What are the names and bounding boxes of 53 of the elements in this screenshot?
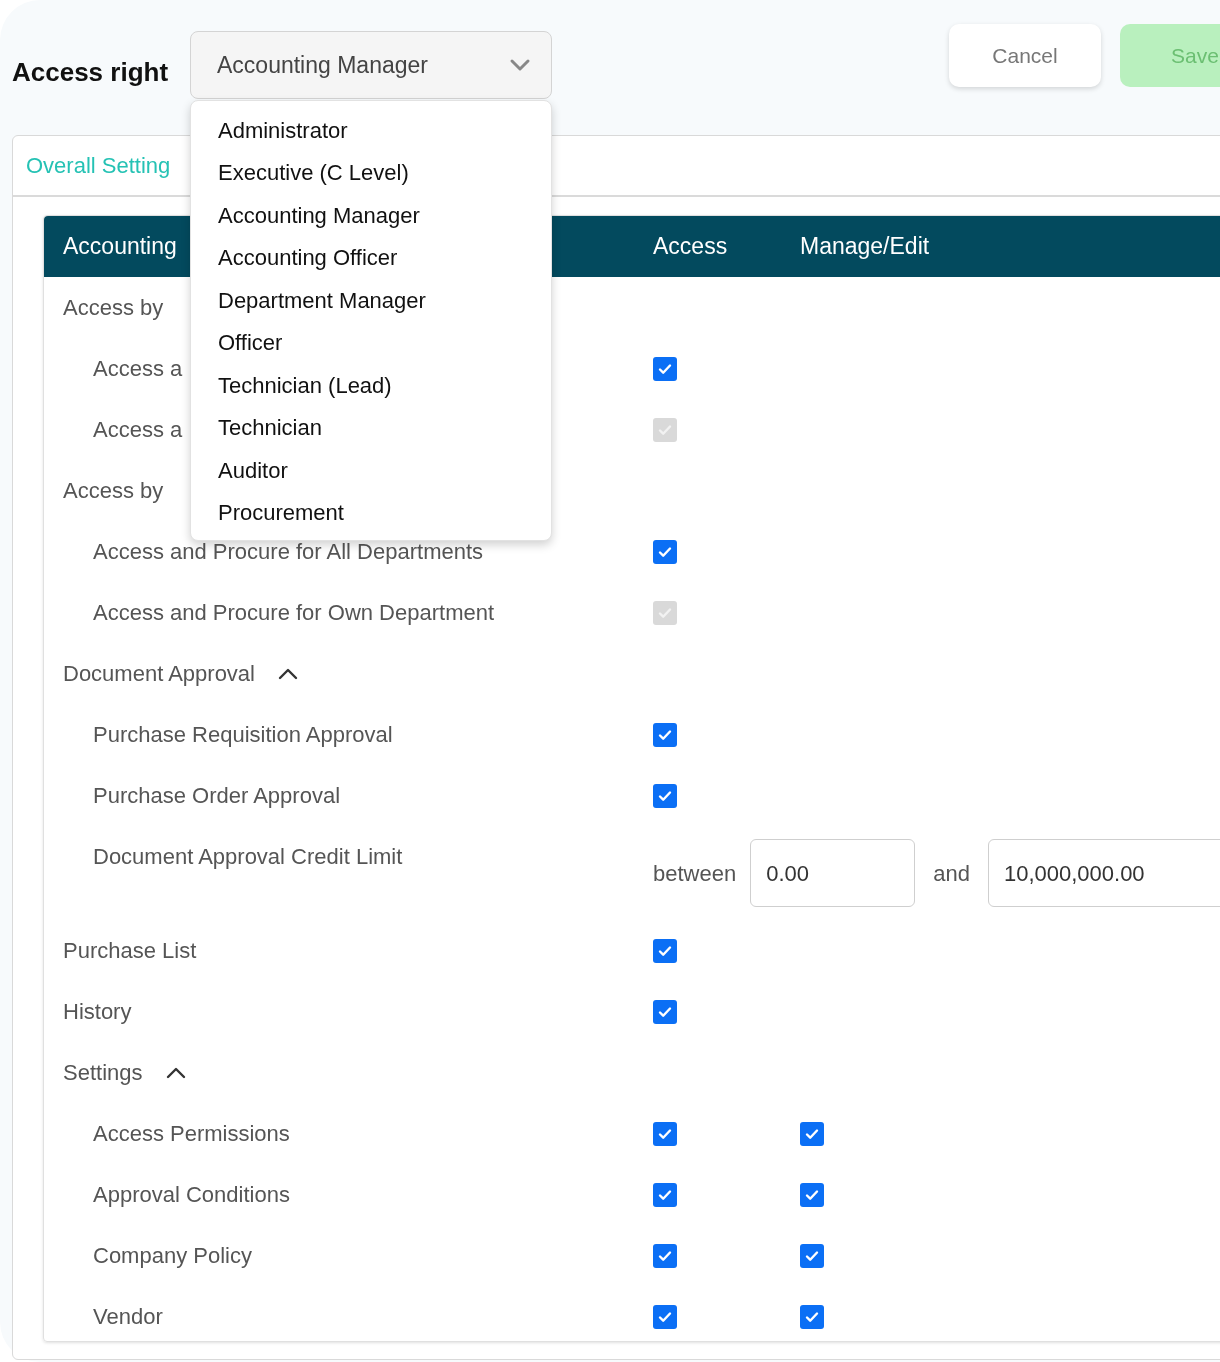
- checkbox[interactable]: [653, 1121, 677, 1146]
- checkbox[interactable]: [653, 1243, 677, 1268]
- checkbox[interactable]: [800, 1121, 824, 1146]
- range-label: and: [933, 859, 970, 888]
- access-right-label: Access right: [12, 56, 170, 89]
- row-label: History: [63, 998, 132, 1026]
- row-label: Access and Procure for Own Department: [93, 599, 495, 627]
- row-label: Purchase List: [63, 937, 197, 965]
- row-label: Purchase Order Approval: [93, 782, 341, 810]
- cancel-button[interactable]: Cancel: [949, 24, 1101, 87]
- checkbox[interactable]: [800, 1304, 824, 1329]
- dropdown-option[interactable]: Department Manager: [191, 279, 551, 322]
- input-field[interactable]: 0.00: [750, 839, 916, 907]
- dropdown-option[interactable]: Procurement: [191, 491, 551, 534]
- dropdown-option[interactable]: Officer: [191, 321, 551, 364]
- input-field[interactable]: 10,000,000.00: [987, 839, 1220, 907]
- role-select[interactable]: Accounting Manager: [190, 31, 552, 99]
- dropdown-option[interactable]: Auditor: [191, 449, 551, 492]
- row-label: Purchase Requisition Approval: [93, 721, 393, 749]
- group-label: Document Approval: [63, 660, 255, 688]
- chevron-up-icon[interactable]: [164, 1065, 187, 1080]
- checkbox[interactable]: [800, 1243, 824, 1268]
- chevron-up-icon[interactable]: [277, 666, 299, 681]
- column-header: Manage/Edit: [800, 233, 930, 260]
- checkbox[interactable]: [653, 356, 677, 381]
- row-label: Access a: [93, 416, 183, 444]
- row-label: Vendor: [93, 1303, 163, 1331]
- row-label: Access and Procure for All Departments: [93, 538, 484, 566]
- dropdown-option[interactable]: Executive (C Level): [191, 151, 551, 194]
- checkbox[interactable]: [653, 938, 677, 963]
- row-label: Company Policy: [93, 1242, 252, 1270]
- dropdown-option[interactable]: Technician: [191, 406, 551, 449]
- row-label: Approval Conditions: [93, 1181, 290, 1209]
- group-label: Access by: [63, 477, 164, 505]
- checkbox[interactable]: [653, 539, 677, 564]
- column-header: Access: [653, 233, 728, 260]
- row-label: Document Approval Credit Limit: [93, 843, 403, 871]
- checkbox[interactable]: [800, 1182, 824, 1207]
- group-label: Access by: [63, 294, 164, 322]
- checkbox[interactable]: [653, 999, 677, 1024]
- checkbox[interactable]: [653, 1304, 677, 1329]
- checkbox[interactable]: [653, 722, 677, 747]
- range-label: between: [653, 859, 737, 888]
- group-label: Settings: [63, 1059, 143, 1087]
- column-header: Accounting: [63, 233, 177, 260]
- row-label: Access a: [93, 355, 183, 383]
- row-label: Access Permissions: [93, 1120, 290, 1148]
- dropdown-option[interactable]: Administrator: [191, 109, 551, 152]
- dropdown-option[interactable]: Accounting Manager: [191, 194, 551, 237]
- dropdown-option[interactable]: Accounting Officer: [191, 236, 551, 279]
- checkbox[interactable]: [653, 783, 677, 808]
- checkbox[interactable]: [653, 1182, 677, 1207]
- dropdown-option[interactable]: Technician (Lead): [191, 364, 551, 407]
